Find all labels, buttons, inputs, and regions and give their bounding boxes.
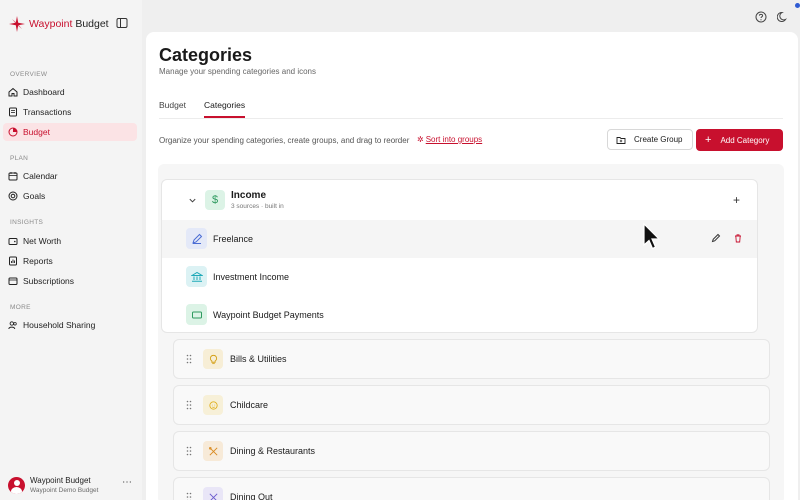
sidebar-item-calendar[interactable]: Calendar bbox=[3, 167, 137, 185]
sidebar-item-net-worth[interactable]: Net Worth bbox=[3, 232, 137, 250]
lightbulb-icon bbox=[203, 349, 223, 369]
category-name: Childcare bbox=[230, 400, 269, 410]
sidebar-item-label: Reports bbox=[23, 256, 53, 266]
category-name: Investment Income bbox=[213, 272, 290, 282]
user-menu[interactable]: Waypoint Budget Waypoint Demo Budget ⋯ bbox=[8, 473, 134, 497]
section-label-overview: OVERVIEW bbox=[10, 71, 48, 78]
baby-icon bbox=[203, 395, 223, 415]
sidebar-item-subscriptions[interactable]: Subscriptions bbox=[3, 272, 137, 290]
list-item[interactable]: Freelance bbox=[162, 220, 757, 258]
receipt-icon bbox=[8, 107, 18, 117]
drag-handle-icon[interactable] bbox=[186, 446, 192, 456]
sidebar-item-label: Budget bbox=[23, 127, 50, 137]
create-group-button[interactable]: Create Group bbox=[607, 129, 693, 150]
group-header[interactable]: $ Income 3 sources · built in + bbox=[162, 180, 757, 220]
calendar-icon bbox=[8, 171, 18, 181]
tab-categories[interactable]: Categories bbox=[204, 100, 246, 118]
section-label-more: MORE bbox=[10, 304, 31, 311]
help-icon[interactable] bbox=[755, 11, 767, 23]
category-row[interactable]: Dining & Restaurants bbox=[173, 431, 770, 471]
main-panel: Categories Manage your spending categori… bbox=[146, 32, 798, 500]
notification-dot bbox=[795, 3, 800, 8]
instructions-text: Organize your spending categories, creat… bbox=[159, 136, 410, 145]
sort-link-label: Sort into groups bbox=[425, 135, 483, 144]
dollar-icon: $ bbox=[205, 190, 225, 210]
sidebar-item-label: Dashboard bbox=[23, 87, 65, 97]
drag-handle-icon[interactable] bbox=[186, 400, 192, 410]
trash-icon[interactable] bbox=[733, 233, 743, 243]
user-name: Waypoint Budget bbox=[30, 476, 91, 485]
category-name: Bills & Utilities bbox=[230, 354, 287, 364]
add-to-group-button[interactable]: + bbox=[733, 193, 740, 207]
add-category-button[interactable]: + Add Category bbox=[696, 129, 783, 151]
tab-budget[interactable]: Budget bbox=[159, 100, 186, 116]
avatar bbox=[8, 476, 25, 494]
category-name: Dining Out bbox=[230, 492, 273, 500]
list-item[interactable]: Investment Income bbox=[162, 258, 757, 296]
utensils-icon bbox=[203, 441, 223, 461]
sidebar-toggle-icon[interactable] bbox=[116, 17, 128, 29]
sidebar-item-label: Net Worth bbox=[23, 236, 62, 246]
section-label-plan: PLAN bbox=[10, 155, 29, 162]
drag-handle-icon[interactable] bbox=[186, 354, 192, 364]
drag-handle-icon[interactable] bbox=[186, 492, 192, 500]
sidebar-item-label: Household Sharing bbox=[23, 320, 96, 330]
subscription-icon bbox=[8, 276, 18, 286]
group-name: Income bbox=[231, 190, 267, 201]
group-meta: 3 sources · built in bbox=[231, 203, 284, 210]
more-options-icon[interactable]: ⋯ bbox=[122, 477, 132, 488]
category-name: Waypoint Budget Payments bbox=[213, 310, 324, 320]
mouse-cursor-icon bbox=[643, 222, 661, 250]
sidebar-item-transactions[interactable]: Transactions bbox=[3, 103, 137, 121]
home-icon bbox=[8, 87, 18, 97]
brand[interactable]: Waypoint Budget bbox=[9, 14, 109, 34]
plus-icon: + bbox=[705, 133, 712, 146]
create-group-label: Create Group bbox=[634, 135, 683, 144]
sidebar-item-budget[interactable]: Budget bbox=[3, 123, 137, 141]
wallet-icon bbox=[8, 236, 18, 246]
fork-icon bbox=[203, 487, 223, 500]
sidebar-item-goals[interactable]: Goals bbox=[3, 187, 137, 205]
tab-divider bbox=[159, 118, 783, 119]
sparkle-icon: ✲ bbox=[417, 135, 424, 144]
report-icon bbox=[8, 256, 18, 266]
sidebar-item-household-sharing[interactable]: Household Sharing bbox=[3, 316, 137, 334]
category-row[interactable]: Childcare bbox=[173, 385, 770, 425]
category-group-income: $ Income 3 sources · built in + Freelanc… bbox=[161, 179, 758, 333]
folder-plus-icon bbox=[616, 136, 626, 144]
add-category-label: Add Category bbox=[720, 135, 770, 145]
sidebar-item-label: Subscriptions bbox=[23, 276, 75, 286]
sidebar-item-label: Goals bbox=[23, 191, 46, 201]
user-budget-name: Waypoint Demo Budget bbox=[30, 487, 99, 494]
section-label-insights: INSIGHTS bbox=[10, 219, 44, 226]
brand-name: Waypoint Budget bbox=[29, 18, 109, 30]
edit-icon[interactable] bbox=[711, 233, 721, 243]
category-name: Freelance bbox=[213, 234, 254, 244]
sidebar-item-label: Transactions bbox=[23, 107, 72, 117]
budget-icon bbox=[8, 127, 18, 137]
sidebar-item-label: Calendar bbox=[23, 171, 58, 181]
page-title: Categories bbox=[159, 45, 253, 65]
sidebar-item-dashboard[interactable]: Dashboard bbox=[3, 83, 137, 101]
sidebar-item-reports[interactable]: Reports bbox=[3, 252, 137, 270]
compass-logo-icon bbox=[9, 16, 25, 32]
bank-icon bbox=[186, 266, 207, 287]
category-row[interactable]: Bills & Utilities bbox=[173, 339, 770, 379]
sort-into-groups-link[interactable]: ✲ Sort into groups bbox=[417, 135, 482, 144]
sidebar: Waypoint Budget OVERVIEW Dashboard Trans… bbox=[0, 0, 142, 500]
list-item[interactable]: Waypoint Budget Payments bbox=[162, 296, 757, 332]
category-name: Dining & Restaurants bbox=[230, 446, 316, 456]
pen-icon bbox=[186, 228, 207, 249]
dark-mode-icon[interactable] bbox=[777, 11, 789, 23]
card-icon bbox=[186, 304, 207, 325]
users-icon bbox=[8, 320, 18, 330]
page-subtitle: Manage your spending categories and icon… bbox=[159, 67, 316, 76]
target-icon bbox=[8, 191, 18, 201]
category-row[interactable]: Dining Out bbox=[173, 477, 770, 500]
chevron-down-icon[interactable] bbox=[188, 196, 197, 205]
